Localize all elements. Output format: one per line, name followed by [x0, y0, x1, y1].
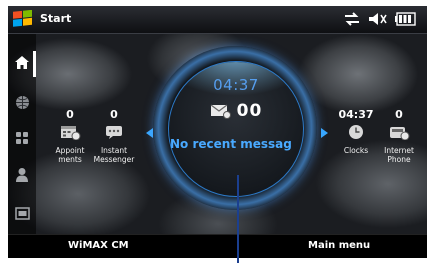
grid-icon [16, 132, 28, 144]
sidebar [8, 34, 36, 234]
sidebar-item-contacts[interactable] [8, 162, 36, 186]
dial-status-text: No recent messag [170, 137, 292, 151]
status-area [343, 11, 417, 27]
scroll-left-arrow-icon[interactable] [146, 128, 153, 138]
sidebar-item-internet[interactable] [8, 90, 36, 114]
picture-icon [14, 206, 30, 220]
message-dial[interactable]: 04:37 00 [168, 61, 304, 197]
window-title: Start [40, 12, 72, 25]
sidebar-item-home[interactable] [8, 50, 36, 74]
callout-line [237, 175, 239, 263]
message-count: 00 [236, 101, 263, 121]
dial-message-row: 00 [169, 101, 303, 121]
dial-time: 04:37 [213, 76, 259, 94]
phone-icon [390, 127, 410, 141]
messenger-label: Instant Messenger [93, 146, 135, 164]
clock-icon [349, 125, 363, 139]
calendar-icon [61, 126, 81, 141]
sidebar-item-programs[interactable] [8, 126, 36, 150]
widget-internet-phone[interactable]: 0 Internet Phone [374, 108, 424, 164]
internet-phone-count: 0 [395, 108, 403, 121]
device-frame: Start 0 Appoint ments 0 Instant Messenge… [0, 0, 431, 263]
widget-instant-messenger[interactable]: 0 Instant Messenger [89, 108, 139, 164]
connectivity-icon[interactable] [343, 12, 361, 26]
sidebar-item-photos[interactable] [8, 201, 36, 225]
appointments-count: 0 [66, 108, 74, 121]
messenger-count: 0 [110, 108, 118, 121]
softkey-main-menu[interactable]: Main menu [308, 240, 370, 251]
scroll-right-arrow-icon[interactable] [321, 128, 328, 138]
person-icon [16, 167, 28, 182]
globe-icon [15, 95, 29, 109]
battery-icon[interactable] [395, 12, 417, 26]
widget-appointments[interactable]: 0 Appoint ments [45, 108, 95, 164]
softkey-wimax-cm[interactable]: WiMAX CM [68, 240, 129, 251]
softkey-bar: WiMAX CM Main menu [8, 234, 427, 258]
title-bar: Start [8, 6, 427, 34]
home-icon [15, 55, 29, 69]
chat-icon [106, 126, 122, 139]
screen: Start 0 Appoint ments 0 Instant Messenge… [8, 6, 427, 258]
windows-start-icon[interactable] [11, 10, 35, 29]
envelope-icon [210, 104, 231, 119]
appointments-label: Appoint ments [55, 146, 85, 164]
sidebar-active-indicator [33, 51, 36, 77]
volume-icon[interactable] [368, 12, 388, 26]
internet-phone-label: Internet Phone [384, 146, 414, 164]
